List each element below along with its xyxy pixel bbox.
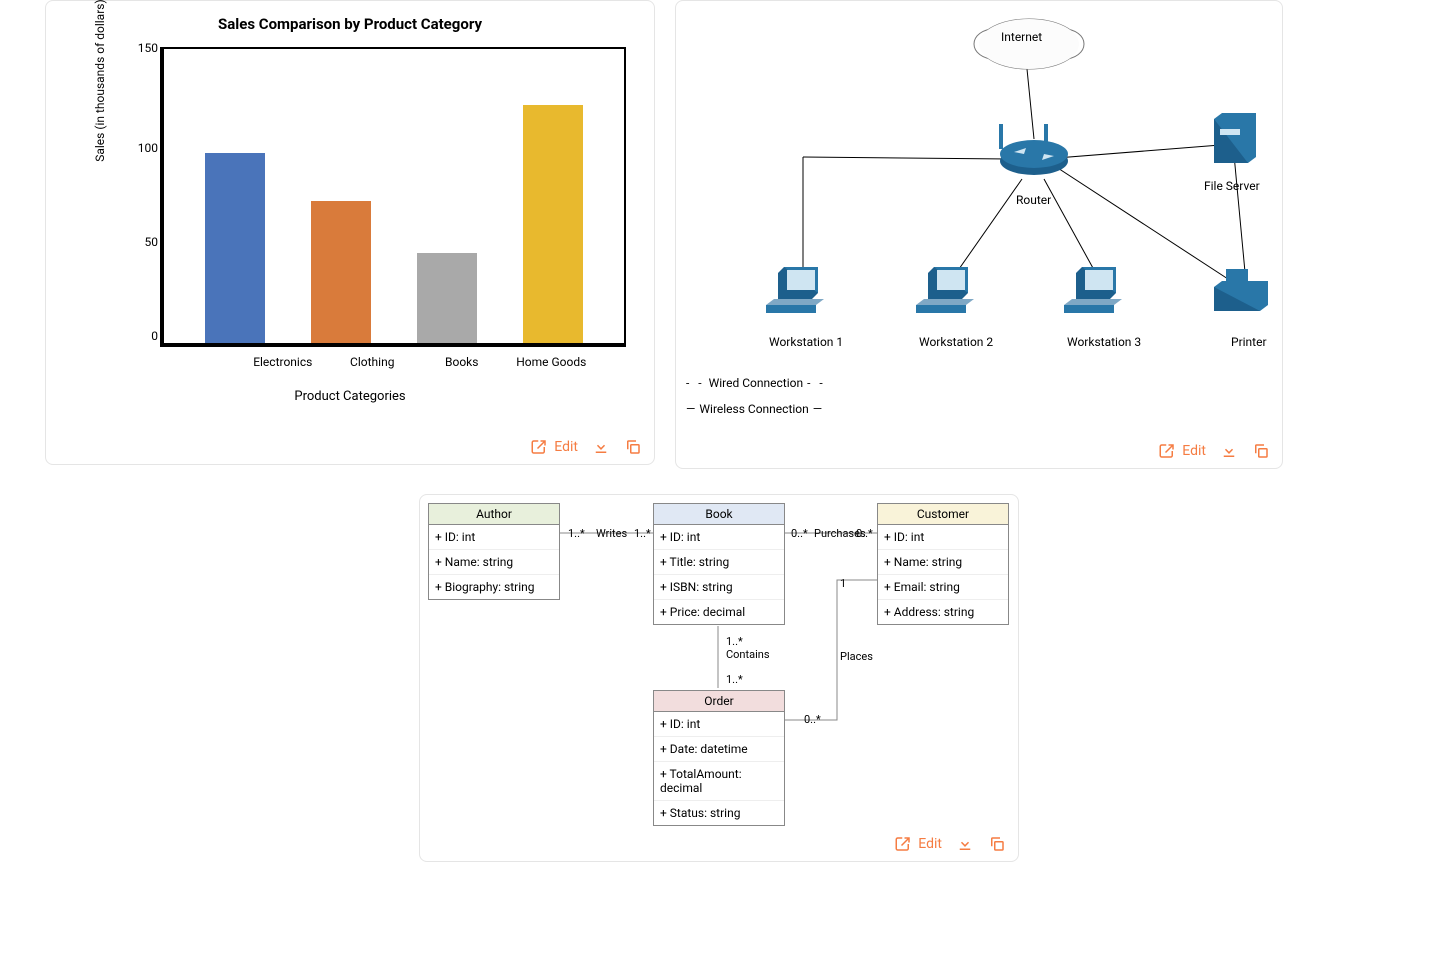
edit-button[interactable]: Edit <box>530 438 578 456</box>
uml-book: Book + ID: int + Title: string + ISBN: s… <box>653 503 785 625</box>
uml-customer: Customer + ID: int + Name: string + Emai… <box>877 503 1009 625</box>
download-icon[interactable] <box>1220 442 1238 460</box>
legend: - -Wired Connection- - —Wireless Connect… <box>686 376 826 428</box>
plot-area: Electronics Clothing Books Home Goods <box>160 47 626 347</box>
network-card: Internet Router File Server Workstation … <box>675 0 1283 469</box>
copy-icon[interactable] <box>1252 442 1270 460</box>
edit-icon <box>530 438 548 456</box>
workstation-icon <box>912 263 982 325</box>
network-svg <box>684 9 1274 429</box>
chart-title: Sales Comparison by Product Category <box>64 15 636 33</box>
printer-icon <box>1204 263 1274 325</box>
edit-button[interactable]: Edit <box>1158 442 1206 460</box>
uml-card: Author + ID: int + Name: string + Biogra… <box>419 494 1019 862</box>
line-router-printer <box>1044 159 1228 279</box>
toolbar: Edit <box>894 835 1006 853</box>
y-ticks: 150 100 50 0 <box>128 47 158 347</box>
edit-button[interactable]: Edit <box>894 835 942 853</box>
copy-icon[interactable] <box>624 438 642 456</box>
uml-order: Order + ID: int + Date: datetime + Total… <box>653 690 785 826</box>
inner-frame <box>162 47 626 345</box>
download-icon[interactable] <box>592 438 610 456</box>
copy-icon[interactable] <box>988 835 1006 853</box>
chart-card: Sales Comparison by Product Category Sal… <box>45 0 655 465</box>
edit-icon <box>894 835 912 853</box>
download-icon[interactable] <box>956 835 974 853</box>
toolbar: Edit <box>530 438 642 456</box>
line-router-left <box>803 157 1009 159</box>
workstation-icon <box>1060 263 1130 325</box>
x-axis-label: Product Categories <box>64 389 636 404</box>
y-axis-label: Sales (in thousands of dollars) <box>93 0 107 162</box>
workstation-icon <box>762 263 832 325</box>
toolbar: Edit <box>1158 442 1270 460</box>
uml-author: Author + ID: int + Name: string + Biogra… <box>428 503 560 600</box>
file-server-icon <box>1196 111 1266 171</box>
line-internet-router <box>1027 69 1034 139</box>
edit-icon <box>1158 442 1176 460</box>
